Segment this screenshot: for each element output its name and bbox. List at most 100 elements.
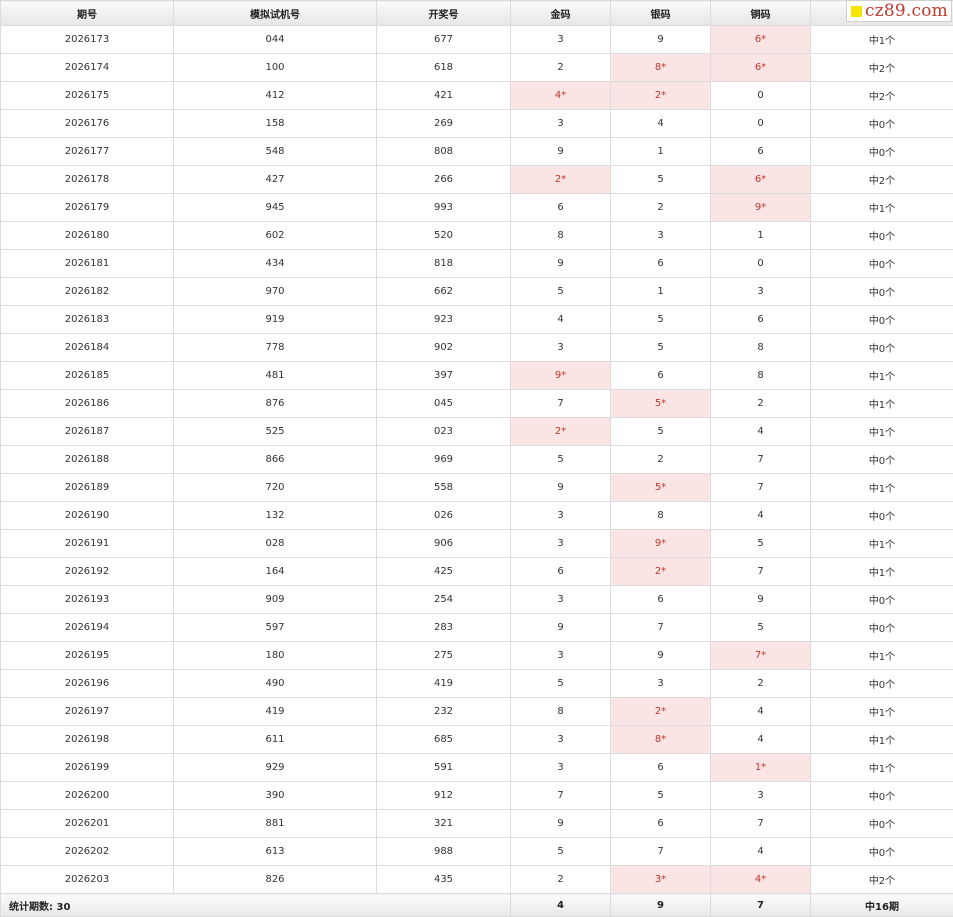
cell-copper-code: 6*	[711, 166, 811, 194]
summary-copper-hits: 7	[711, 894, 811, 917]
cell-copper-code: 4	[711, 726, 811, 754]
cell-copper-code: 9*	[711, 194, 811, 222]
cell-draw-number: 818	[377, 250, 511, 278]
cell-result: 中0个	[811, 502, 953, 530]
cell-trial-number: 044	[174, 26, 377, 54]
cell-result: 中0个	[811, 586, 953, 614]
cell-gold-code: 9	[511, 810, 611, 838]
cell-gold-code: 5	[511, 838, 611, 866]
cell-trial-number: 158	[174, 110, 377, 138]
cell-gold-code: 9	[511, 250, 611, 278]
cell-period: 2026180	[1, 222, 174, 250]
cell-result: 中0个	[811, 334, 953, 362]
cell-trial-number: 876	[174, 390, 377, 418]
cell-copper-code: 3	[711, 782, 811, 810]
cell-silver-code: 5	[611, 782, 711, 810]
cell-draw-number: 808	[377, 138, 511, 166]
cell-result: 中0个	[811, 278, 953, 306]
cell-draw-number: 026	[377, 502, 511, 530]
cell-draw-number: 421	[377, 82, 511, 110]
column-header-draw-number[interactable]: 开奖号	[377, 1, 511, 26]
table-row: 2026177548808916中0个	[1, 138, 953, 166]
cell-period: 2026184	[1, 334, 174, 362]
cell-draw-number: 677	[377, 26, 511, 54]
cell-result: 中2个	[811, 82, 953, 110]
cell-period: 2026195	[1, 642, 174, 670]
cell-draw-number: 023	[377, 418, 511, 446]
table-row: 2026195180275397*中1个	[1, 642, 953, 670]
cell-copper-code: 9	[711, 586, 811, 614]
cell-copper-code: 6*	[711, 26, 811, 54]
table-row: 202619102890639*5中1个	[1, 530, 953, 558]
cell-period: 2026181	[1, 250, 174, 278]
cell-period: 2026202	[1, 838, 174, 866]
cell-period: 2026200	[1, 782, 174, 810]
cell-draw-number: 275	[377, 642, 511, 670]
table-row: 2026181434818960中0个	[1, 250, 953, 278]
cell-result: 中0个	[811, 306, 953, 334]
column-header-copper-code[interactable]: 铜码	[711, 1, 811, 26]
cell-draw-number: 419	[377, 670, 511, 698]
column-header-gold-code[interactable]: 金码	[511, 1, 611, 26]
cell-period: 2026174	[1, 54, 174, 82]
cell-result: 中0个	[811, 222, 953, 250]
cell-trial-number: 602	[174, 222, 377, 250]
cell-gold-code: 7	[511, 782, 611, 810]
column-header-trial-number[interactable]: 模拟试机号	[174, 1, 377, 26]
cell-result: 中1个	[811, 474, 953, 502]
cell-gold-code: 3	[511, 586, 611, 614]
cell-result: 中1个	[811, 726, 953, 754]
cell-result: 中0个	[811, 446, 953, 474]
cell-period: 2026187	[1, 418, 174, 446]
cell-period: 2026175	[1, 82, 174, 110]
cell-trial-number: 778	[174, 334, 377, 362]
table-row: 2026188866969527中0个	[1, 446, 953, 474]
cell-draw-number: 923	[377, 306, 511, 334]
cell-silver-code: 2	[611, 194, 711, 222]
cell-trial-number: 945	[174, 194, 377, 222]
cell-silver-code: 5	[611, 418, 711, 446]
cell-result: 中2个	[811, 166, 953, 194]
cell-gold-code: 3	[511, 502, 611, 530]
column-header-period[interactable]: 期号	[1, 1, 174, 26]
cell-gold-code: 8	[511, 698, 611, 726]
cell-silver-code: 6	[611, 362, 711, 390]
cell-result: 中1个	[811, 642, 953, 670]
cell-silver-code: 6	[611, 250, 711, 278]
cell-draw-number: 266	[377, 166, 511, 194]
table-row: 2026173044677396*中1个	[1, 26, 953, 54]
cell-silver-code: 3	[611, 670, 711, 698]
cell-copper-code: 8	[711, 334, 811, 362]
cell-draw-number: 435	[377, 866, 511, 894]
cell-gold-code: 3	[511, 530, 611, 558]
cell-trial-number: 525	[174, 418, 377, 446]
column-header-silver-code[interactable]: 银码	[611, 1, 711, 26]
cell-trial-number: 412	[174, 82, 377, 110]
cell-trial-number: 100	[174, 54, 377, 82]
cell-period: 2026203	[1, 866, 174, 894]
cell-period: 2026188	[1, 446, 174, 474]
cell-result: 中1个	[811, 194, 953, 222]
cell-gold-code: 9*	[511, 362, 611, 390]
cell-period: 2026201	[1, 810, 174, 838]
table-row: 20261875250232*54中1个	[1, 418, 953, 446]
cell-silver-code: 2*	[611, 558, 711, 586]
cell-copper-code: 0	[711, 82, 811, 110]
cell-trial-number: 929	[174, 754, 377, 782]
cell-gold-code: 5	[511, 670, 611, 698]
cell-draw-number: 269	[377, 110, 511, 138]
table-row: 2026183919923456中0个	[1, 306, 953, 334]
cell-copper-code: 2	[711, 390, 811, 418]
table-row: 202618972055895*7中1个	[1, 474, 953, 502]
cell-gold-code: 3	[511, 754, 611, 782]
cell-copper-code: 5	[711, 614, 811, 642]
cell-draw-number: 993	[377, 194, 511, 222]
cell-trial-number: 481	[174, 362, 377, 390]
table-row: 2026196490419532中0个	[1, 670, 953, 698]
cell-gold-code: 6	[511, 194, 611, 222]
table-row: 2026201881321967中0个	[1, 810, 953, 838]
cell-copper-code: 4*	[711, 866, 811, 894]
cell-period: 2026173	[1, 26, 174, 54]
cell-silver-code: 7	[611, 838, 711, 866]
cell-copper-code: 4	[711, 698, 811, 726]
